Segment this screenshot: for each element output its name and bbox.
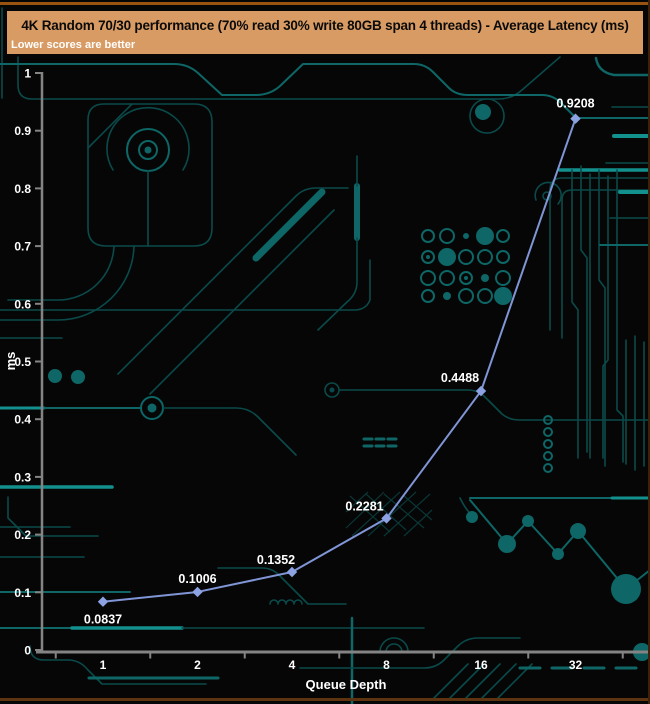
bottom-border <box>0 698 650 701</box>
y-axis-title: ms <box>3 352 18 371</box>
data-point-label: 0.9208 <box>556 97 594 111</box>
data-point-label: 0.1006 <box>178 572 216 586</box>
x-tick-label: 2 <box>194 658 201 672</box>
data-point-label: 0.1352 <box>257 553 295 567</box>
y-tick-label: 1 <box>24 67 31 81</box>
x-tick-label: 4 <box>289 658 296 672</box>
data-point-label: 0.4488 <box>441 371 479 385</box>
x-tick-label: 32 <box>569 658 583 672</box>
y-tick-label: 0.1 <box>14 586 31 600</box>
data-point-marker <box>97 596 109 607</box>
y-tick-label: 0.4 <box>14 413 31 427</box>
data-point-marker <box>286 566 298 578</box>
x-tick-label: 8 <box>383 658 390 672</box>
latency-line-chart: 00.10.20.30.40.50.60.70.80.911 2 4 8 16 32msQ… <box>3 67 650 692</box>
data-point-marker <box>192 586 203 598</box>
chart-title-bar: 4K Random 70/30 performance (70% read 30… <box>7 11 643 54</box>
top-border <box>0 2 650 5</box>
x-tick-label: 1 <box>100 658 107 672</box>
data-point-marker <box>570 113 581 124</box>
y-tick-label: 0.7 <box>14 240 31 254</box>
y-tick-label: 0.2 <box>14 528 31 542</box>
chart-title: 4K Random 70/30 performance (70% read 30… <box>21 17 629 33</box>
y-tick-label: 0.8 <box>14 182 31 196</box>
y-tick-label: 0 <box>24 644 31 658</box>
y-tick-label: 0.3 <box>14 470 31 484</box>
y-tick-label: 0.9 <box>14 124 31 138</box>
y-tick-label: 0.6 <box>14 297 31 311</box>
chart-panel: 0 0.1 0.2 0.3 0.4 0.5 0.6 0.7 0.8 0.9 1 1 2 4 8 16 32 ms Q… <box>0 0 650 704</box>
x-tick-label: 16 <box>474 658 488 672</box>
series-line <box>102 118 577 603</box>
data-point-label: 0.2281 <box>345 499 383 513</box>
data-point-label: 0.0837 <box>84 613 122 627</box>
x-axis-title: Queue Depth <box>306 677 387 692</box>
chart-subtitle: Lower scores are better <box>11 39 136 51</box>
